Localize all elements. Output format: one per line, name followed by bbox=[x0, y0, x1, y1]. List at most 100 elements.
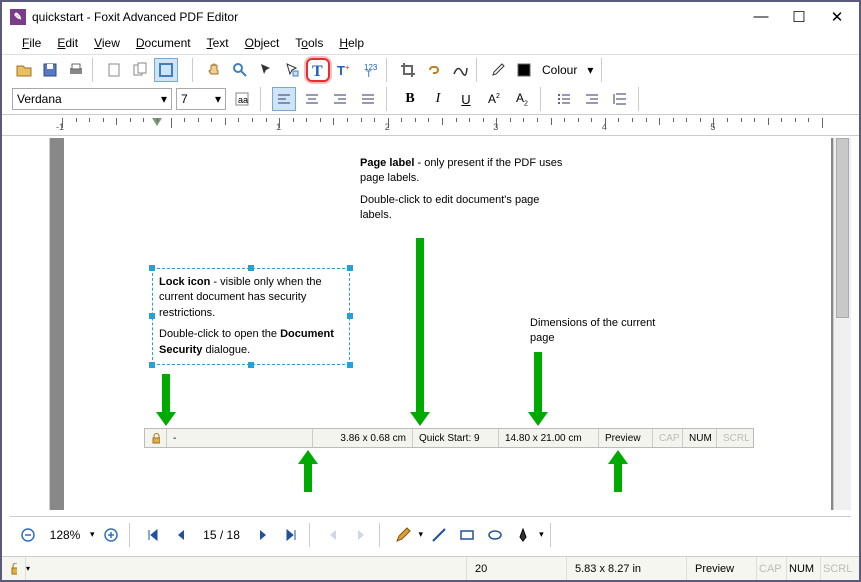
lock-icon[interactable] bbox=[2, 557, 26, 580]
inner-status-lock: - bbox=[167, 429, 313, 447]
save-icon[interactable] bbox=[38, 58, 62, 82]
menu-document[interactable]: Document bbox=[130, 34, 197, 52]
pen-tool-icon[interactable] bbox=[511, 523, 535, 547]
subscript-icon[interactable]: A2 bbox=[510, 87, 534, 111]
scrollbar-thumb[interactable] bbox=[836, 138, 849, 318]
lock-icon bbox=[145, 429, 167, 447]
menu-view[interactable]: View bbox=[88, 34, 126, 52]
maximize-button[interactable]: ☐ bbox=[789, 8, 809, 26]
history-back-icon[interactable] bbox=[321, 523, 345, 547]
inner-status-objdims: 3.86 x 0.68 cm bbox=[313, 429, 413, 447]
svg-text:T: T bbox=[366, 69, 372, 78]
zoom-dropdown-icon[interactable]: ▾ bbox=[90, 529, 95, 540]
text-tool-icon[interactable]: T bbox=[306, 58, 330, 82]
crop-icon[interactable] bbox=[396, 58, 420, 82]
next-page-icon[interactable] bbox=[251, 523, 275, 547]
callout-page-label: Page label - only present if the PDF use… bbox=[360, 156, 570, 224]
list-icon[interactable] bbox=[552, 87, 576, 111]
pencil-icon[interactable] bbox=[391, 523, 415, 547]
main-toolbar: T T+ 123T Colour ▾ bbox=[2, 54, 859, 84]
arrow-icon bbox=[304, 462, 312, 492]
window-title: quickstart - Foxit Advanced PDF Editor bbox=[32, 10, 751, 24]
colour-dropdown-icon[interactable]: ▾ bbox=[583, 58, 597, 82]
font-settings-icon[interactable]: aa bbox=[230, 87, 254, 111]
lock-dropdown-icon[interactable]: ▾ bbox=[26, 564, 36, 573]
pages-icon[interactable] bbox=[128, 58, 152, 82]
print-icon[interactable] bbox=[64, 58, 88, 82]
pen-dropdown-icon[interactable]: ▾ bbox=[539, 529, 544, 540]
link-icon[interactable] bbox=[422, 58, 446, 82]
vertical-ruler[interactable] bbox=[10, 138, 50, 510]
font-size-select[interactable]: 7 ▾ bbox=[176, 88, 226, 110]
pencil-dropdown-icon[interactable]: ▾ bbox=[419, 529, 424, 540]
status-preview: Preview bbox=[687, 557, 757, 580]
path-icon[interactable] bbox=[448, 58, 472, 82]
align-right-icon[interactable] bbox=[328, 87, 352, 111]
zoom-out-icon[interactable] bbox=[16, 523, 40, 547]
page-icon[interactable] bbox=[102, 58, 126, 82]
inner-status-cap: CAP bbox=[653, 429, 683, 447]
indent-icon[interactable] bbox=[580, 87, 604, 111]
close-button[interactable]: ✕ bbox=[827, 8, 847, 26]
text-plus-icon[interactable]: T+ bbox=[332, 58, 356, 82]
zoom-icon[interactable] bbox=[228, 58, 252, 82]
inner-status-pagedims: 14.80 x 21.00 cm bbox=[499, 429, 599, 447]
inner-status-preview: Preview bbox=[599, 429, 653, 447]
vertical-text-icon[interactable]: 123T bbox=[358, 58, 382, 82]
edit-object-icon[interactable] bbox=[280, 58, 304, 82]
statusbar: ▾ 20 5.83 x 8.27 in Preview CAP NUM SCRL bbox=[2, 556, 859, 580]
chevron-down-icon: ▾ bbox=[215, 92, 221, 106]
fit-page-icon[interactable] bbox=[154, 58, 178, 82]
inner-status-num: NUM bbox=[683, 429, 717, 447]
font-size-value: 7 bbox=[181, 92, 188, 106]
font-name-select[interactable]: Verdana ▾ bbox=[12, 88, 172, 110]
menu-tools[interactable]: Tools bbox=[289, 34, 329, 52]
line-tool-icon[interactable] bbox=[427, 523, 451, 547]
arrow-icon bbox=[162, 374, 170, 414]
zoom-in-icon[interactable] bbox=[99, 523, 123, 547]
underline-icon[interactable]: U bbox=[454, 87, 478, 111]
chevron-down-icon: ▾ bbox=[161, 92, 167, 106]
page-indicator[interactable]: 15 / 18 bbox=[197, 528, 247, 542]
bold-icon[interactable]: B bbox=[398, 87, 422, 111]
vertical-scrollbar[interactable] bbox=[833, 138, 851, 510]
superscript-icon[interactable]: A2 bbox=[482, 87, 506, 111]
align-justify-icon[interactable] bbox=[356, 87, 380, 111]
prev-page-icon[interactable] bbox=[169, 523, 193, 547]
arrow-icon bbox=[534, 352, 542, 414]
pointer-icon[interactable] bbox=[254, 58, 278, 82]
menu-edit[interactable]: Edit bbox=[51, 34, 84, 52]
callout-bold: Page label bbox=[360, 157, 414, 169]
page-canvas[interactable]: Page label - only present if the PDF use… bbox=[64, 138, 831, 510]
menubar: File Edit View Document Text Object Tool… bbox=[2, 32, 859, 54]
eyedropper-icon[interactable] bbox=[486, 58, 510, 82]
status-spacer bbox=[36, 557, 467, 580]
menu-object[interactable]: Object bbox=[239, 34, 286, 52]
open-icon[interactable] bbox=[12, 58, 36, 82]
zoom-value[interactable]: 128% bbox=[44, 528, 86, 542]
align-center-icon[interactable] bbox=[300, 87, 324, 111]
italic-icon[interactable]: I bbox=[426, 87, 450, 111]
arrow-icon bbox=[614, 462, 622, 492]
callout-text: Double-click to open the bbox=[159, 328, 280, 340]
last-page-icon[interactable] bbox=[279, 523, 303, 547]
minimize-button[interactable]: — bbox=[751, 8, 771, 26]
align-left-icon[interactable] bbox=[272, 87, 296, 111]
history-fwd-icon[interactable] bbox=[349, 523, 373, 547]
line-spacing-icon[interactable] bbox=[608, 87, 632, 111]
colour-swatch-icon[interactable] bbox=[512, 58, 536, 82]
inner-status-pagelabel: Quick Start: 9 bbox=[413, 429, 499, 447]
status-dims: 5.83 x 8.27 in bbox=[567, 557, 687, 580]
hand-tool-icon[interactable] bbox=[202, 58, 226, 82]
status-scrl: SCRL bbox=[821, 557, 859, 580]
app-icon: ✎ bbox=[10, 9, 26, 25]
menu-help[interactable]: Help bbox=[333, 34, 370, 52]
arrow-icon bbox=[416, 238, 424, 414]
menu-file[interactable]: File bbox=[16, 34, 47, 52]
callout-lock-icon[interactable]: Lock icon - visible only when the curren… bbox=[152, 268, 350, 365]
horizontal-ruler[interactable]: -112345 bbox=[2, 114, 859, 136]
menu-text[interactable]: Text bbox=[201, 34, 235, 52]
first-page-icon[interactable] bbox=[141, 523, 165, 547]
ellipse-tool-icon[interactable] bbox=[483, 523, 507, 547]
rect-tool-icon[interactable] bbox=[455, 523, 479, 547]
